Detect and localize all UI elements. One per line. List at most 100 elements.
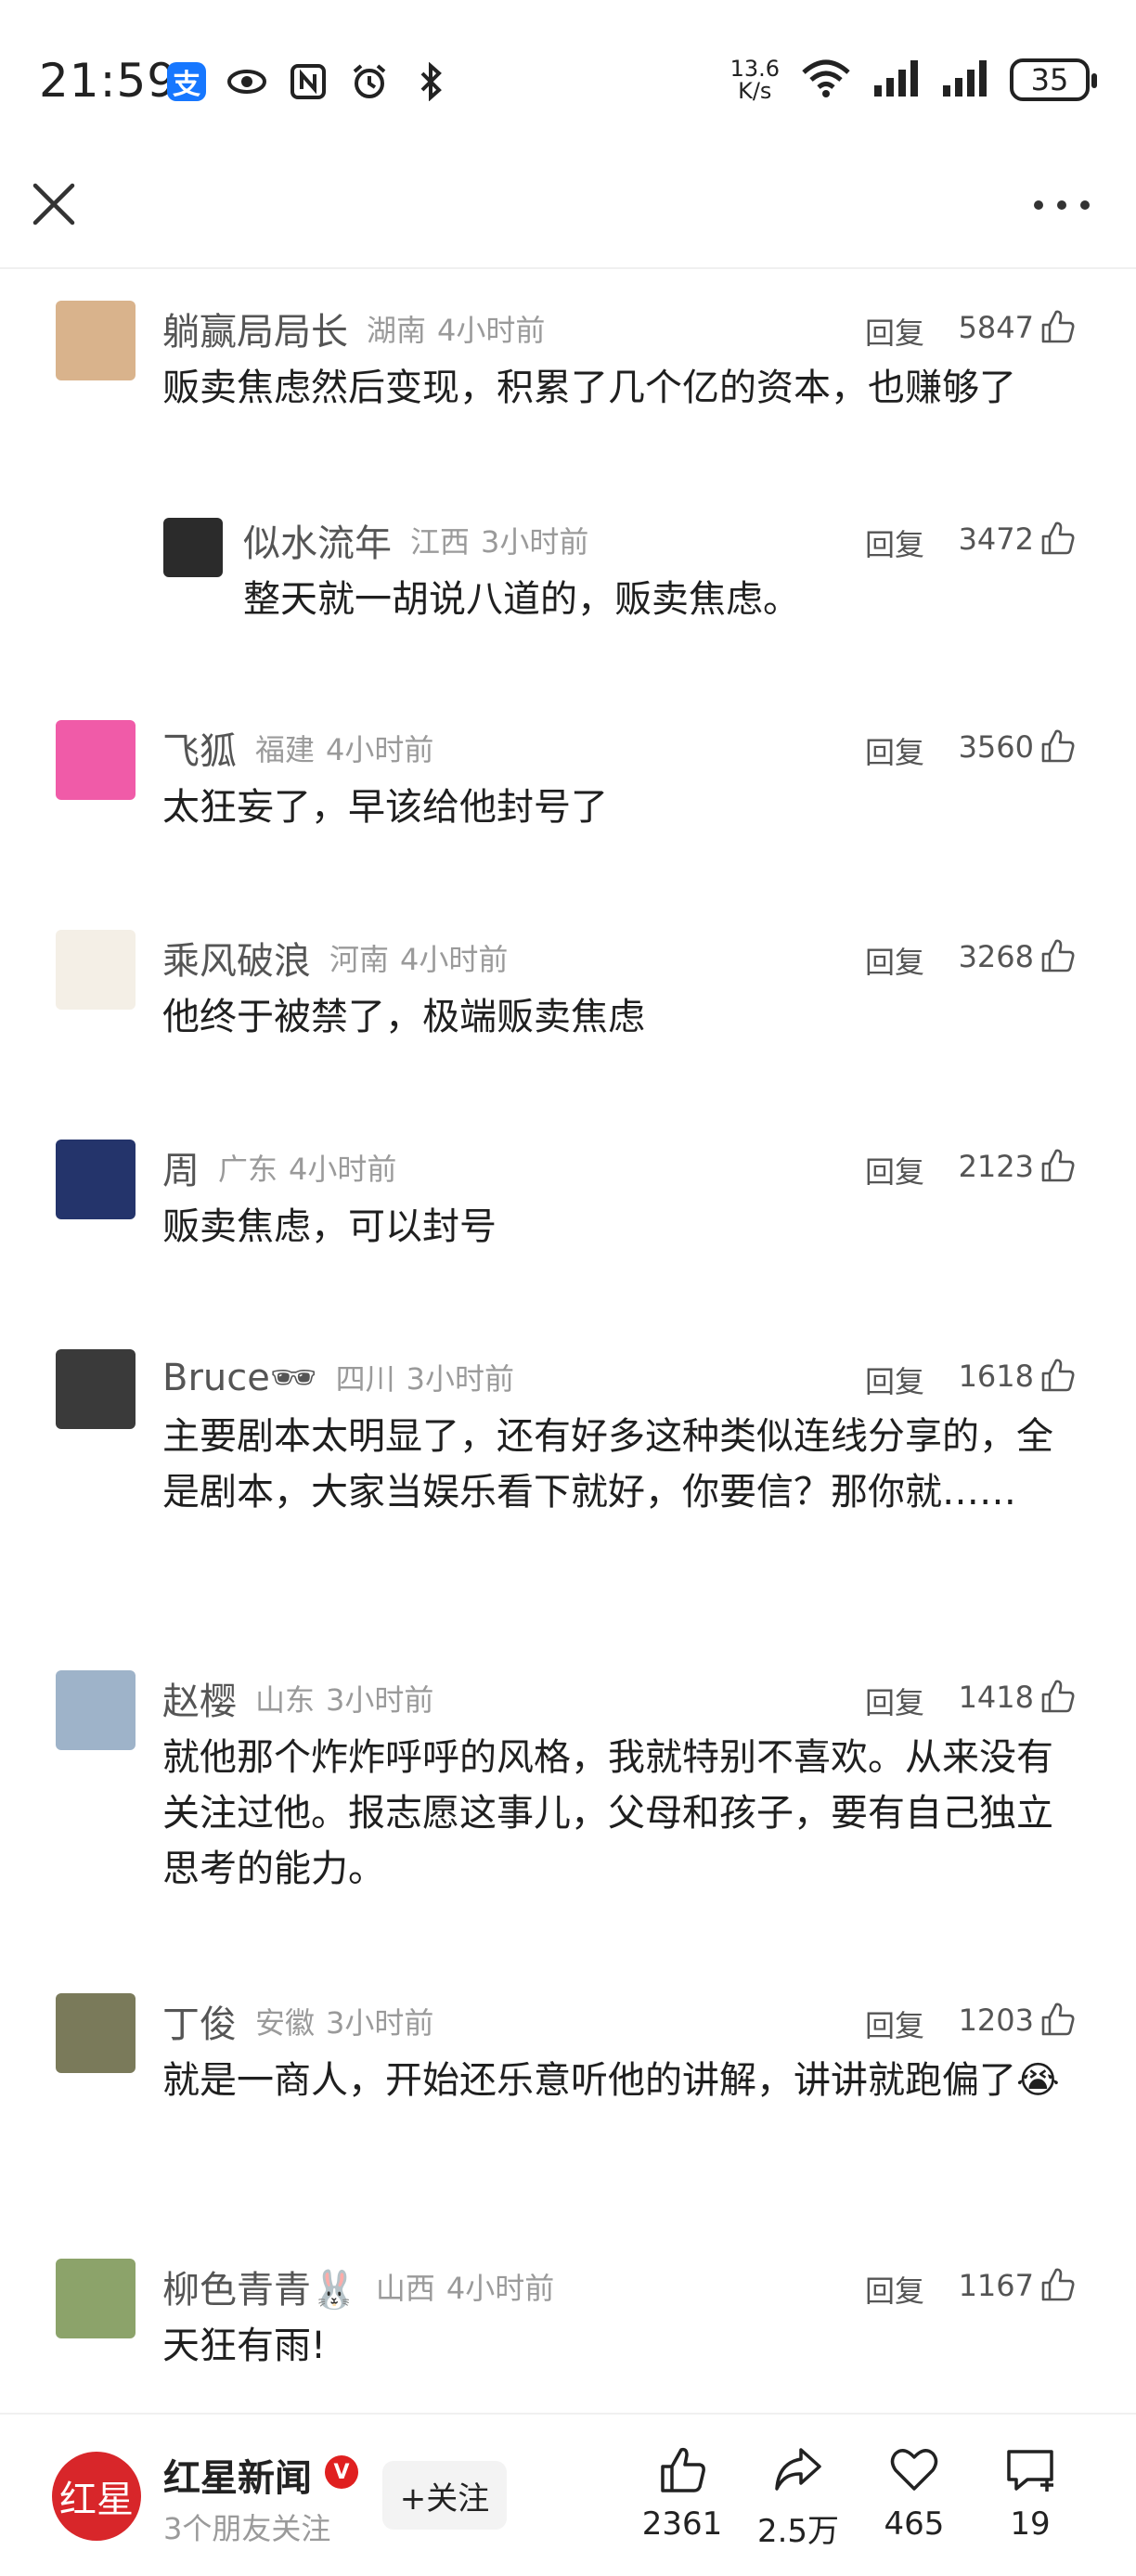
avatar[interactable] (56, 1349, 136, 1429)
avatar[interactable] (163, 518, 223, 577)
net-speed-unit: K/s (738, 78, 772, 104)
comment-action[interactable]: 19 (979, 2442, 1081, 2543)
commenter-name[interactable]: 躺赢局局长 (162, 302, 348, 355)
comment-text: 太狂妄了，早该给他封号了 (162, 786, 608, 829)
status-bar: 21:59 支 13.6 K/s 35 (0, 0, 1136, 167)
comment-text: 主要剧本太明显了，还有好多这种类似连线分享的，全是剧本，大家当娱乐看下就好，你要… (162, 1415, 1053, 1513)
avatar[interactable] (56, 1140, 136, 1219)
commenter-name[interactable]: 飞狐 (162, 721, 237, 775)
comment-time: 3小时前 (481, 524, 589, 560)
commenter-name[interactable]: 柳色青青🐰 (162, 2260, 357, 2313)
eye-icon (226, 61, 267, 102)
thumbs-up-icon[interactable] (1039, 1147, 1077, 1184)
reply-button[interactable]: 回复 (865, 1359, 924, 1401)
like-count: 1203 (958, 2003, 1034, 2038)
comment-time: 4小时前 (437, 313, 546, 348)
avatar[interactable] (56, 1993, 136, 2073)
close-icon[interactable] (30, 180, 78, 228)
battery-icon: 35 (1010, 58, 1097, 101)
favorite-action[interactable]: 465 (863, 2442, 965, 2543)
reply-button[interactable]: 回复 (865, 729, 924, 772)
thumbs-up-icon[interactable] (1039, 308, 1077, 345)
comment-location: 安徽 (255, 2005, 316, 2041)
bottom-bar: 红星 红星新闻 V 3个朋友关注 +关注 2361 2.5万 465 19 (0, 2413, 1136, 2576)
comment-location: 四川 (335, 1361, 395, 1397)
more-dot (1057, 200, 1066, 210)
comment-item[interactable]: 躺赢局局长 湖南 4小时前 回复 5847 贩卖焦虑然后变现，积累了几个亿的资本，也赚够了 (0, 297, 1136, 473)
nfc-icon (288, 61, 329, 102)
favorite-count: 465 (884, 2505, 945, 2543)
comment-time: 4小时前 (445, 2271, 555, 2306)
comment-item[interactable]: Bruce🕶 四川 3小时前 回复 1618 主要剧本太明显了，还有好多这种类似连线分享的… (0, 1346, 1136, 1578)
signal-icon (941, 58, 989, 102)
comment-item[interactable]: 周广东 4小时前 回复 2123 贩卖焦虑，可以封号 (0, 1136, 1136, 1256)
like-count: 5847 (958, 310, 1034, 345)
followers-text: 3个朋友关注 (163, 2511, 331, 2546)
avatar[interactable] (56, 2259, 136, 2338)
comment-location: 山西 (375, 2271, 435, 2306)
thumbs-up-icon[interactable] (1039, 1678, 1077, 1715)
like-count: 1418 (958, 1680, 1034, 1715)
like-action[interactable]: 2361 (631, 2442, 733, 2543)
comment-item[interactable]: 乘风破浪 河南 4小时前 回复 3268 他终于被禁了，极端贩卖焦虑 (0, 926, 1136, 1047)
avatar[interactable] (56, 930, 136, 1010)
bluetooth-icon (410, 61, 451, 102)
alipay-icon: 支 (167, 62, 206, 101)
avatar[interactable] (56, 301, 136, 380)
comment-location: 江西 (410, 524, 471, 560)
media-name[interactable]: 红星新闻 (163, 2448, 312, 2502)
comment-header: 乘风破浪 河南 4小时前 (162, 930, 508, 985)
like-count: 3560 (958, 729, 1034, 765)
reply-comment[interactable]: 似水流年 江西 3小时前 回复 3472 整天就一胡说八道的，贩卖焦虑。 (0, 509, 1136, 629)
heart-icon (890, 2449, 938, 2491)
comment-item[interactable]: 丁俊 安徽 3小时前 回复 1203 就是一商人，开始还乐意听他的讲解，讲讲就跑偏了😭 (0, 1990, 1136, 2166)
comment-item[interactable]: 赵樱 山东 3小时前 回复 1418 就他那个炸炸呼呼的风格，我就特别不喜欢。从来没有关注… (0, 1667, 1136, 1899)
status-time: 21:59 (39, 54, 178, 108)
commenter-name[interactable]: 丁俊 (162, 1994, 237, 2048)
avatar[interactable] (56, 1670, 136, 1750)
commenter-name[interactable]: 似水流年 (243, 513, 392, 567)
top-nav (0, 167, 1136, 269)
media-logo-text: 红星 (59, 2479, 134, 2521)
follow-button[interactable]: +关注 (382, 2461, 507, 2530)
comment-item[interactable]: 柳色青青🐰 山西 4小时前 回复 1167 天狂有雨! (0, 2255, 1136, 2376)
battery-level: 35 (1030, 62, 1069, 97)
like-count: 3472 (958, 522, 1034, 557)
reply-button[interactable]: 回复 (865, 1149, 924, 1191)
more-icon[interactable] (1034, 191, 1090, 219)
avatar[interactable] (56, 720, 136, 800)
alarm-icon (349, 61, 390, 102)
media-logo[interactable]: 红星 (52, 2452, 141, 2541)
reply-button[interactable]: 回复 (865, 1680, 924, 1722)
thumbs-up-icon[interactable] (1039, 728, 1077, 765)
comment-time: 3小时前 (406, 1361, 515, 1397)
reply-button[interactable]: 回复 (865, 522, 924, 564)
reply-button[interactable]: 回复 (865, 2268, 924, 2311)
comment-time: 3小时前 (326, 1682, 434, 1718)
net-speed: 13.6 K/s (730, 58, 780, 102)
reply-button[interactable]: 回复 (865, 310, 924, 353)
share-action[interactable]: 2.5万 (747, 2442, 849, 2551)
comment-icon (1007, 2450, 1053, 2492)
like-count: 1167 (958, 2268, 1034, 2303)
wifi-icon (800, 58, 852, 102)
status-icons-left: 支 (167, 61, 451, 102)
thumbs-up-icon[interactable] (1039, 937, 1077, 974)
nav-divider (0, 267, 1136, 269)
thumbs-up-icon[interactable] (1039, 2001, 1077, 2038)
commenter-name[interactable]: 赵樱 (162, 1671, 237, 1725)
commenter-name[interactable]: 乘风破浪 (162, 931, 311, 985)
thumbs-up-icon[interactable] (1039, 2266, 1077, 2303)
reply-button[interactable]: 回复 (865, 2003, 924, 2045)
commenter-name[interactable]: Bruce🕶 (162, 1356, 317, 1399)
thumbs-up-icon[interactable] (1039, 1357, 1077, 1394)
thumbs-up-icon[interactable] (1039, 520, 1077, 557)
commenter-name[interactable]: 周 (162, 1140, 200, 1194)
reply-button[interactable]: 回复 (865, 939, 924, 982)
comment-text: 天狂有雨! (162, 2325, 327, 2367)
comment-item[interactable]: 飞狐 福建 4小时前 回复 3560 太狂妄了，早该给他封号了 (0, 716, 1136, 837)
comment-text: 就是一商人，开始还乐意听他的讲解，讲讲就跑偏了😭 (162, 2059, 1060, 2102)
comment-header: 柳色青青🐰 山西 4小时前 (162, 2259, 554, 2314)
status-icons-right: 13.6 K/s 35 (730, 58, 1097, 102)
comment-text: 他终于被禁了，极端贩卖焦虑 (162, 996, 645, 1038)
